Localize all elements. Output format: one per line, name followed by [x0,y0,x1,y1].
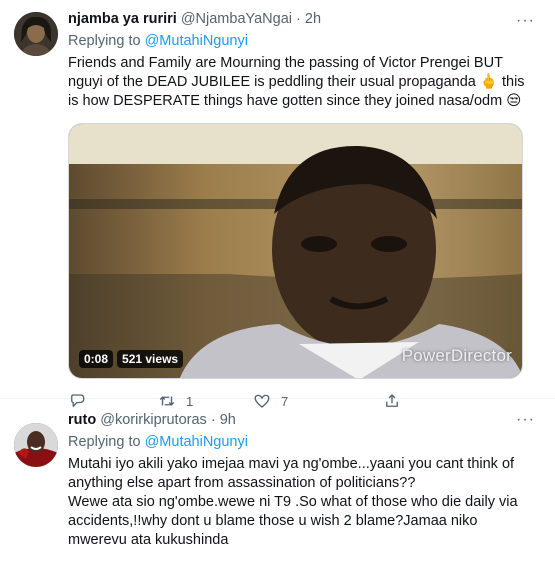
tweet-text: Mutahi iyo akili yako imejaa mavi ya ng'… [68,455,539,550]
display-name[interactable]: ruto [68,412,96,428]
tweet[interactable]: njamba ya ruriri @NjambaYaNgai · 2h ··· … [0,0,555,409]
tweet-text-line: Wewe ata sio ng'ombe.wewe ni T9 .So what… [68,494,518,548]
tweet-header: ruto @korirkiprutoras · 9h [68,411,539,430]
replying-to-link[interactable]: @MutahiNgunyi [145,33,248,49]
replying-to: Replying to @MutahiNgunyi [68,433,539,452]
video-frame [69,124,522,378]
tweet[interactable]: ruto @korirkiprutoras · 9h ··· Replying … [0,399,555,550]
display-name[interactable]: njamba ya ruriri [68,11,177,27]
avatar[interactable] [14,12,58,56]
replying-to-link[interactable]: @MutahiNgunyi [145,434,248,450]
more-icon[interactable]: ··· [516,411,535,429]
replying-label: Replying to [68,434,141,450]
video-duration: 0:08 [79,350,114,368]
tweet-text-line: Friends and Family are Mourning the pass… [68,55,525,109]
video-player[interactable]: 0:08 521 views PowerDirector [68,123,523,379]
video-overlay: 0:08 521 views [79,350,184,368]
tweet-text-line: Mutahi iyo akili yako imejaa mavi ya ng'… [68,456,515,491]
video-views: 521 views [117,350,184,368]
tweet-text: Friends and Family are Mourning the pass… [68,54,539,111]
separator: · [210,412,216,428]
handle[interactable]: @NjambaYaNgai [181,11,292,27]
avatar[interactable] [14,423,58,467]
more-icon[interactable]: ··· [516,12,535,30]
replying-to: Replying to @MutahiNgunyi [68,32,539,51]
replying-label: Replying to [68,33,141,49]
separator: · [296,11,301,27]
timestamp[interactable]: 9h [220,412,236,428]
tweet-header: njamba ya ruriri @NjambaYaNgai · 2h [68,10,539,29]
handle[interactable]: @korirkiprutoras [100,412,207,428]
video-watermark: PowerDirector [401,346,512,365]
timestamp[interactable]: 2h [305,11,321,27]
